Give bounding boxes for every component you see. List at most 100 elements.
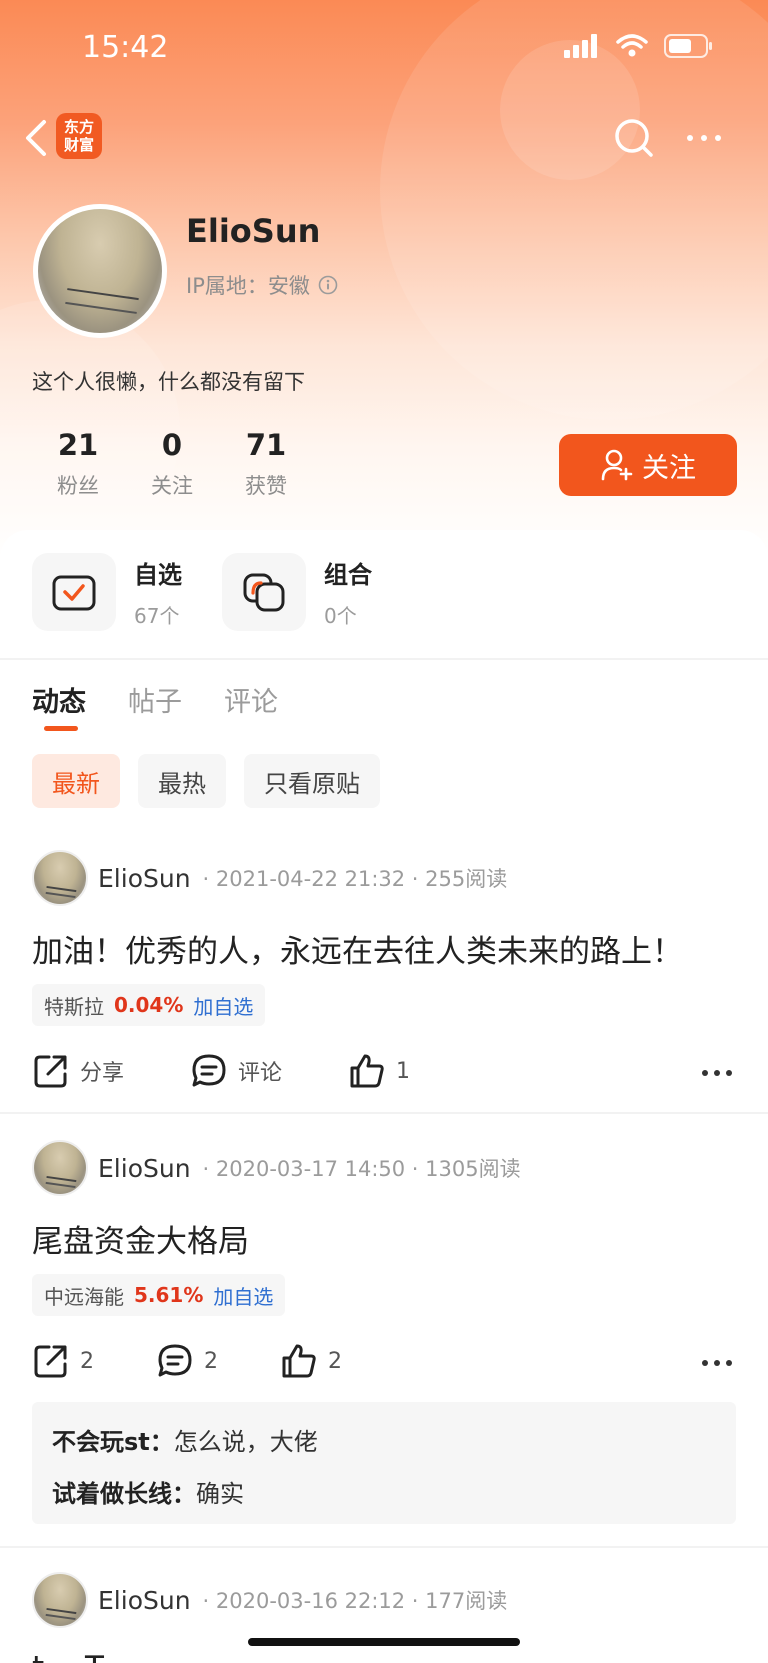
like-button[interactable]: 1 [348,1052,410,1090]
avatar[interactable] [32,1140,88,1196]
divider [0,1546,768,1548]
stat-number: 0 [161,428,183,462]
watchlist-count: 67个 [134,604,180,628]
ip-location-text: IP属地：安徽 [186,274,310,298]
profile-name: ElioSun [186,212,321,250]
comment-text: 确实 [196,1480,244,1508]
comment-count: 2 [204,1348,218,1374]
avatar-signature-mark [45,885,77,899]
stat-label: 获赞 [245,474,287,498]
add-watchlist-link[interactable]: 加自选 [193,991,253,1020]
post-meta: · 2021-04-22 21:32 · 255阅读 [202,867,508,891]
comment-line: 不会玩st：怎么说，大佬 [52,1416,716,1468]
filter-latest[interactable]: 最新 [32,754,120,808]
stat-label: 关注 [151,474,193,498]
avatar[interactable] [32,850,88,906]
filter-hot[interactable]: 最热 [138,754,226,808]
post-header: ElioSun · 2021-04-22 21:32 · 255阅读 [32,850,507,906]
portfolio-count: 0个 [324,604,357,628]
share-button[interactable]: 分享 [32,1052,190,1090]
stat-label: 粉丝 [57,474,99,498]
app-logo: 东方 财富 [56,113,102,159]
stock-name: 中远海能 [44,1284,124,1309]
stock-change: 5.61% [134,1283,204,1307]
portfolio-entry[interactable]: 组合 0个 [222,552,412,632]
portfolio-title: 组合 [324,561,372,589]
app-logo-line2: 财富 [63,136,94,154]
wifi-icon [616,34,648,57]
content-tabs: 动态 帖子 评论 [32,680,278,731]
checkbox-icon [32,553,116,631]
avatar[interactable] [33,204,167,338]
post-header: ElioSun · 2020-03-16 22:12 · 177阅读 [32,1572,507,1628]
status-bar: 15:42 [0,0,768,100]
comment-icon [192,1054,226,1087]
tab-underline [44,726,78,731]
stat-likes[interactable]: 71 获赞 [218,428,314,500]
search-icon[interactable] [610,114,658,162]
more-icon[interactable] [680,114,728,162]
stat-fans[interactable]: 21 粉丝 [30,428,126,500]
tab-dynamics[interactable]: 动态 [32,680,86,731]
follow-button[interactable]: 关注 [559,434,737,496]
comment-text: 怎么说，大佬 [173,1428,318,1456]
stat-number: 71 [245,428,287,462]
comment-icon [158,1344,192,1377]
comment-button[interactable]: 评论 [190,1052,348,1090]
watchlist-entry[interactable]: 自选 67个 [32,552,222,632]
ip-location: IP属地：安徽 [186,270,338,300]
comment-preview[interactable]: 不会玩st：怎么说，大佬 试着做长线：确实 [32,1402,736,1524]
filter-original-only[interactable]: 只看原贴 [244,754,380,808]
post-meta: · 2020-03-16 22:12 · 177阅读 [202,1589,508,1613]
battery-icon [664,34,712,58]
share-icon [34,1055,67,1088]
avatar[interactable] [32,1572,88,1628]
stock-tag[interactable]: 中远海能 5.61% 加自选 [32,1274,286,1316]
comment-label: 评论 [238,1061,283,1086]
tab-label: 帖子 [128,687,182,718]
post-actions: 分享 评论 1 [32,1052,410,1090]
avatar-signature-mark [45,1607,77,1621]
stat-number: 21 [57,428,99,462]
post-header: ElioSun · 2020-03-17 14:50 · 1305阅读 [32,1140,521,1196]
comment-line: 试着做长线：确实 [52,1468,716,1520]
post-author[interactable]: ElioSun [98,1154,191,1183]
comment-user[interactable]: 试着做长线： [52,1480,196,1508]
status-time: 15:42 [82,30,169,65]
comment-button[interactable]: 2 [156,1342,280,1380]
add-user-icon [601,449,633,481]
stock-tag[interactable]: 特斯拉 0.04% 加自选 [32,984,266,1026]
post-author[interactable]: ElioSun [98,864,191,893]
like-count: 1 [396,1058,410,1084]
comment-user[interactable]: 不会玩st： [52,1428,174,1456]
post-author[interactable]: ElioSun [98,1586,191,1615]
avatar-signature-mark [65,288,139,314]
avatar-signature-mark [45,1175,77,1189]
share-icon [34,1345,67,1378]
add-watchlist-link[interactable]: 加自选 [213,1281,273,1310]
home-indicator[interactable] [248,1638,520,1646]
tab-label: 评论 [224,687,278,718]
tab-comments[interactable]: 评论 [224,680,278,719]
post-title[interactable]: t… T… [32,1648,135,1663]
back-arrow-icon[interactable] [18,116,58,160]
profile-stats: 21 粉丝 0 关注 71 获赞 [30,428,312,500]
watchlist-title: 自选 [134,561,182,589]
stock-change: 0.04% [114,993,184,1017]
info-icon[interactable] [318,275,338,295]
post-title[interactable]: 加油！优秀的人，永远在去往人类未来的路上！ [32,926,683,971]
tab-label: 动态 [32,687,86,718]
post-title[interactable]: 尾盘资金大格局 [32,1216,249,1261]
divider [0,658,768,660]
portfolio-icon [222,553,306,631]
more-icon[interactable] [700,1346,734,1380]
thumbs-up-icon [282,1344,316,1378]
like-count: 2 [328,1348,342,1374]
filter-chips: 最新 最热 只看原贴 [32,754,380,808]
like-button[interactable]: 2 [280,1342,342,1380]
stat-following[interactable]: 0 关注 [124,428,220,500]
more-icon[interactable] [700,1056,734,1090]
thumbs-up-icon [350,1054,384,1088]
tab-posts[interactable]: 帖子 [128,680,182,719]
share-button[interactable]: 2 [32,1342,156,1380]
